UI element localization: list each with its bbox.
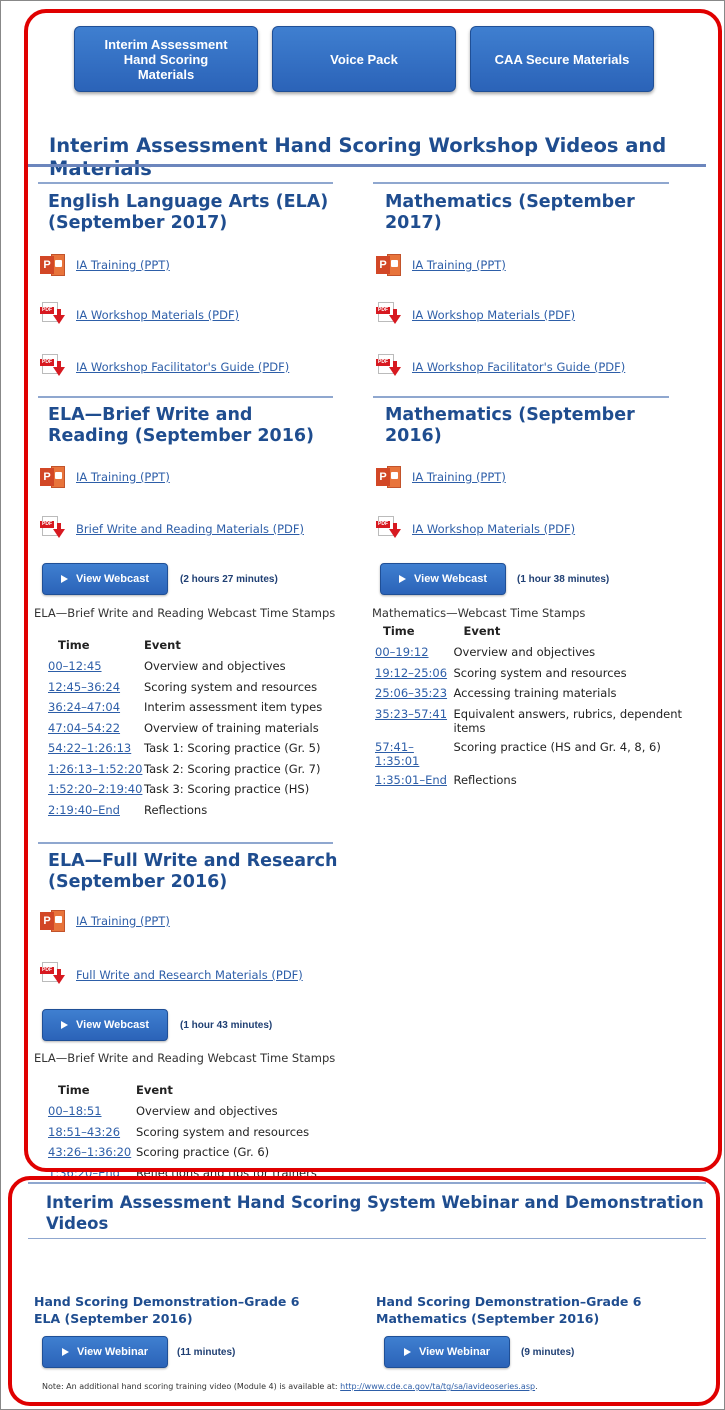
highlight-box-workshop: [24, 9, 722, 1172]
highlight-box-webinar: [8, 1176, 720, 1406]
